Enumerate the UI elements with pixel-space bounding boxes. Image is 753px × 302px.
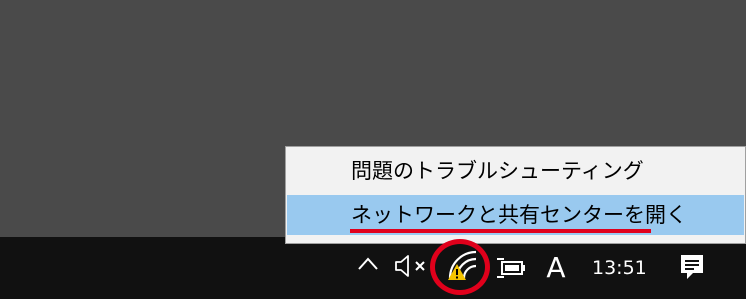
menu-item-troubleshoot[interactable]: 問題のトラブルシューティング — [287, 151, 744, 191]
screenshot-border-right — [746, 0, 753, 302]
red-underline-annotation — [350, 229, 651, 233]
battery-charging-icon[interactable] — [496, 255, 526, 281]
ime-indicator[interactable]: A — [543, 246, 569, 290]
speaker-muted-icon[interactable] — [393, 253, 433, 279]
taskbar-clock[interactable]: 13:51 — [592, 246, 662, 290]
red-circle-annotation — [430, 239, 490, 295]
chevron-up-icon[interactable] — [357, 253, 379, 275]
menu-item-troubleshoot-label: 問題のトラブルシューティング — [351, 159, 644, 183]
menu-item-open-network-sharing-center-label: ネットワークと共有センターを開く — [351, 203, 687, 227]
notification-icon[interactable] — [678, 252, 706, 284]
